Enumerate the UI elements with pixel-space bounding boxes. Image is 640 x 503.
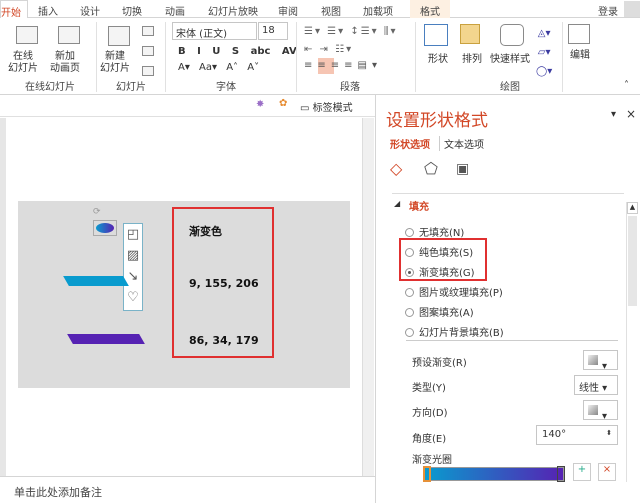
find-binoculars-icon <box>568 24 590 44</box>
slide-canvas: ⟳ ◰ ▨ ↘ ♡ 渐变色 9, 155, 206 86, 34, 179 <box>0 118 374 476</box>
list-buttons[interactable]: ☰▾ ☰▾ ↕☰▾ ⫼▾ <box>304 26 398 38</box>
tab-text-options[interactable]: 文本选项 <box>439 136 484 151</box>
group-online-label: 在线幻灯片 <box>25 82 75 93</box>
tab-design[interactable]: 设计 <box>80 3 100 18</box>
toolbar-strip: ✸ ✿ ▭ 标签模式 <box>0 95 375 117</box>
panel-scrollbar[interactable]: ▲ <box>626 202 638 482</box>
quick-style-icon <box>500 24 524 46</box>
tab-animations[interactable]: 动画 <box>165 3 185 18</box>
selected-shape[interactable] <box>93 220 117 236</box>
tag-icon: ▭ <box>300 103 313 114</box>
tab-addins[interactable]: 加载项 <box>363 3 393 18</box>
add-stop-icon[interactable]: + <box>573 463 591 481</box>
avatar[interactable] <box>624 1 640 17</box>
shape-insert-icon[interactable]: ◰ <box>124 224 142 245</box>
heart-icon[interactable]: ♡ <box>124 287 142 308</box>
tab-review[interactable]: 审阅 <box>278 3 298 18</box>
font-size-select[interactable]: 18 <box>258 22 288 40</box>
fill-line-icon[interactable]: ◇ <box>390 159 402 178</box>
tab-transitions[interactable]: 切换 <box>122 3 142 18</box>
panel-menu-icon[interactable]: ▾ <box>611 109 616 120</box>
highlight-box <box>399 238 487 281</box>
gear-icon[interactable]: ✿ <box>279 98 287 109</box>
add-anim-page-button[interactable]: 新加 动画页 <box>50 51 80 75</box>
vertical-scrollbar[interactable] <box>362 118 374 476</box>
indent-buttons[interactable]: ⇤ ⇥ ☷▾ <box>304 44 353 56</box>
group-drawing-label: 绘图 <box>500 82 520 93</box>
notes-placeholder[interactable]: 单击此处添加备注 <box>0 476 375 503</box>
arrange-button[interactable]: 排列 <box>462 54 482 66</box>
type-dropdown[interactable]: 线性 ▾ <box>574 375 618 395</box>
tag-mode-label: 标签模式 <box>312 103 353 114</box>
section-icon[interactable] <box>142 66 154 76</box>
font-size-buttons[interactable]: A▾ Aa▾ A˄ A˅ <box>178 62 259 74</box>
angle-label: 角度(E) <box>412 434 447 445</box>
remove-stop-icon[interactable]: × <box>598 463 616 481</box>
radio-picture-fill[interactable]: 图片或纹理填充(P) <box>405 284 503 299</box>
font-style-buttons[interactable]: B I U S abc AV <box>178 46 297 58</box>
layout-icon[interactable] <box>142 26 154 36</box>
picture-icon[interactable]: ▨ <box>124 245 142 266</box>
effects-pentagon-icon[interactable]: ⬠ <box>424 159 438 178</box>
angle-input[interactable]: 140° ⬍ <box>536 425 618 445</box>
direction-dropdown[interactable]: ▾ <box>583 400 618 422</box>
layout-options-toolbar[interactable]: ◰ ▨ ↘ ♡ <box>123 223 143 311</box>
collapse-ribbon-icon[interactable]: ˄ <box>624 80 629 92</box>
type-label: 类型(Y) <box>412 383 446 394</box>
preset-gradient-label: 预设渐变(R) <box>412 358 467 369</box>
radio-no-fill[interactable]: 无填充(N) <box>405 224 464 239</box>
align-buttons[interactable]: ≡≡≡≡▤▾ <box>304 60 382 72</box>
shape-button[interactable]: 形状 <box>428 54 448 66</box>
preset-gradient-dropdown[interactable]: ▾ <box>583 350 618 372</box>
edit-button[interactable]: 编辑 <box>570 50 590 62</box>
gradient-stop-2[interactable] <box>557 466 565 482</box>
quick-style-button[interactable]: 快速样式 <box>490 54 530 66</box>
ribbon: 在线 幻灯片 新加 动画页 在线幻灯片 新建 幻灯片 幻灯片 宋体 (正文) 1… <box>0 18 640 95</box>
login-link[interactable]: 登录 <box>598 3 618 18</box>
font-name-select[interactable]: 宋体 (正文) <box>172 22 257 40</box>
tab-view[interactable]: 视图 <box>321 3 341 18</box>
gradient-stops-label: 渐变光圈 <box>412 455 452 466</box>
tab-shape-options[interactable]: 形状选项 <box>390 136 430 151</box>
new-slide-icon <box>108 26 130 46</box>
magic-icon[interactable]: ✸ <box>256 99 264 110</box>
reset-icon[interactable] <box>142 46 154 56</box>
size-properties-icon[interactable]: ▣ <box>456 161 469 177</box>
direction-label: 方向(D) <box>412 408 448 419</box>
collapse-triangle-icon[interactable]: ◢ <box>394 199 400 208</box>
gradient-title: 渐变色 <box>189 225 222 238</box>
slide[interactable]: ⟳ ◰ ▨ ↘ ♡ 渐变色 9, 155, 206 86, 34, 179 <box>18 201 350 388</box>
color2-label: 86, 34, 179 <box>189 334 259 347</box>
format-shape-panel: 设置形状格式 ▾ × 形状选项 文本选项 ◇ ⬠ ▣ ◢ 填充 无填充(N) 纯… <box>375 95 640 503</box>
fill-outline-effect-buttons[interactable]: ◬▾ ▱▾ ◯▾ <box>536 24 552 81</box>
tab-insert[interactable]: 插入 <box>38 3 58 18</box>
rotate-handle-icon[interactable]: ⟳ <box>93 207 101 217</box>
group-paragraph-label: 段落 <box>340 82 360 93</box>
close-icon[interactable]: × <box>626 107 636 121</box>
arrange-icon <box>460 24 480 44</box>
purple-bar-shape[interactable] <box>67 334 145 344</box>
online-slide-button[interactable]: 在线 幻灯片 <box>8 51 38 75</box>
ribbon-tabs: 开始 插入 设计 切换 动画 幻灯片放映 审阅 视图 加载项 格式 登录 <box>0 0 640 19</box>
panel-title: 设置形状格式 <box>386 111 488 131</box>
gradient-stop-1[interactable] <box>423 466 431 482</box>
tab-format[interactable]: 格式 <box>410 0 450 18</box>
fill-section-header[interactable]: 填充 <box>409 198 429 213</box>
tag-mode-button[interactable]: ▭ 标签模式 <box>300 99 353 114</box>
radio-background-fill[interactable]: 幻灯片背景填充(B) <box>405 324 504 339</box>
group-slides-label: 幻灯片 <box>116 82 146 93</box>
color1-label: 9, 155, 206 <box>189 277 259 290</box>
new-slide-button[interactable]: 新建 幻灯片 <box>100 51 130 75</box>
online-slide-icon <box>16 26 38 44</box>
group-font-label: 字体 <box>216 82 236 93</box>
radio-pattern-fill[interactable]: 图案填充(A) <box>405 304 474 319</box>
shape-icon <box>424 24 448 46</box>
tab-slideshow[interactable]: 幻灯片放映 <box>208 3 258 18</box>
gradient-stops-bar[interactable] <box>423 466 565 482</box>
add-anim-page-icon <box>58 26 80 44</box>
blue-bar-shape[interactable] <box>63 276 129 286</box>
tab-home[interactable]: 开始 <box>0 0 28 19</box>
